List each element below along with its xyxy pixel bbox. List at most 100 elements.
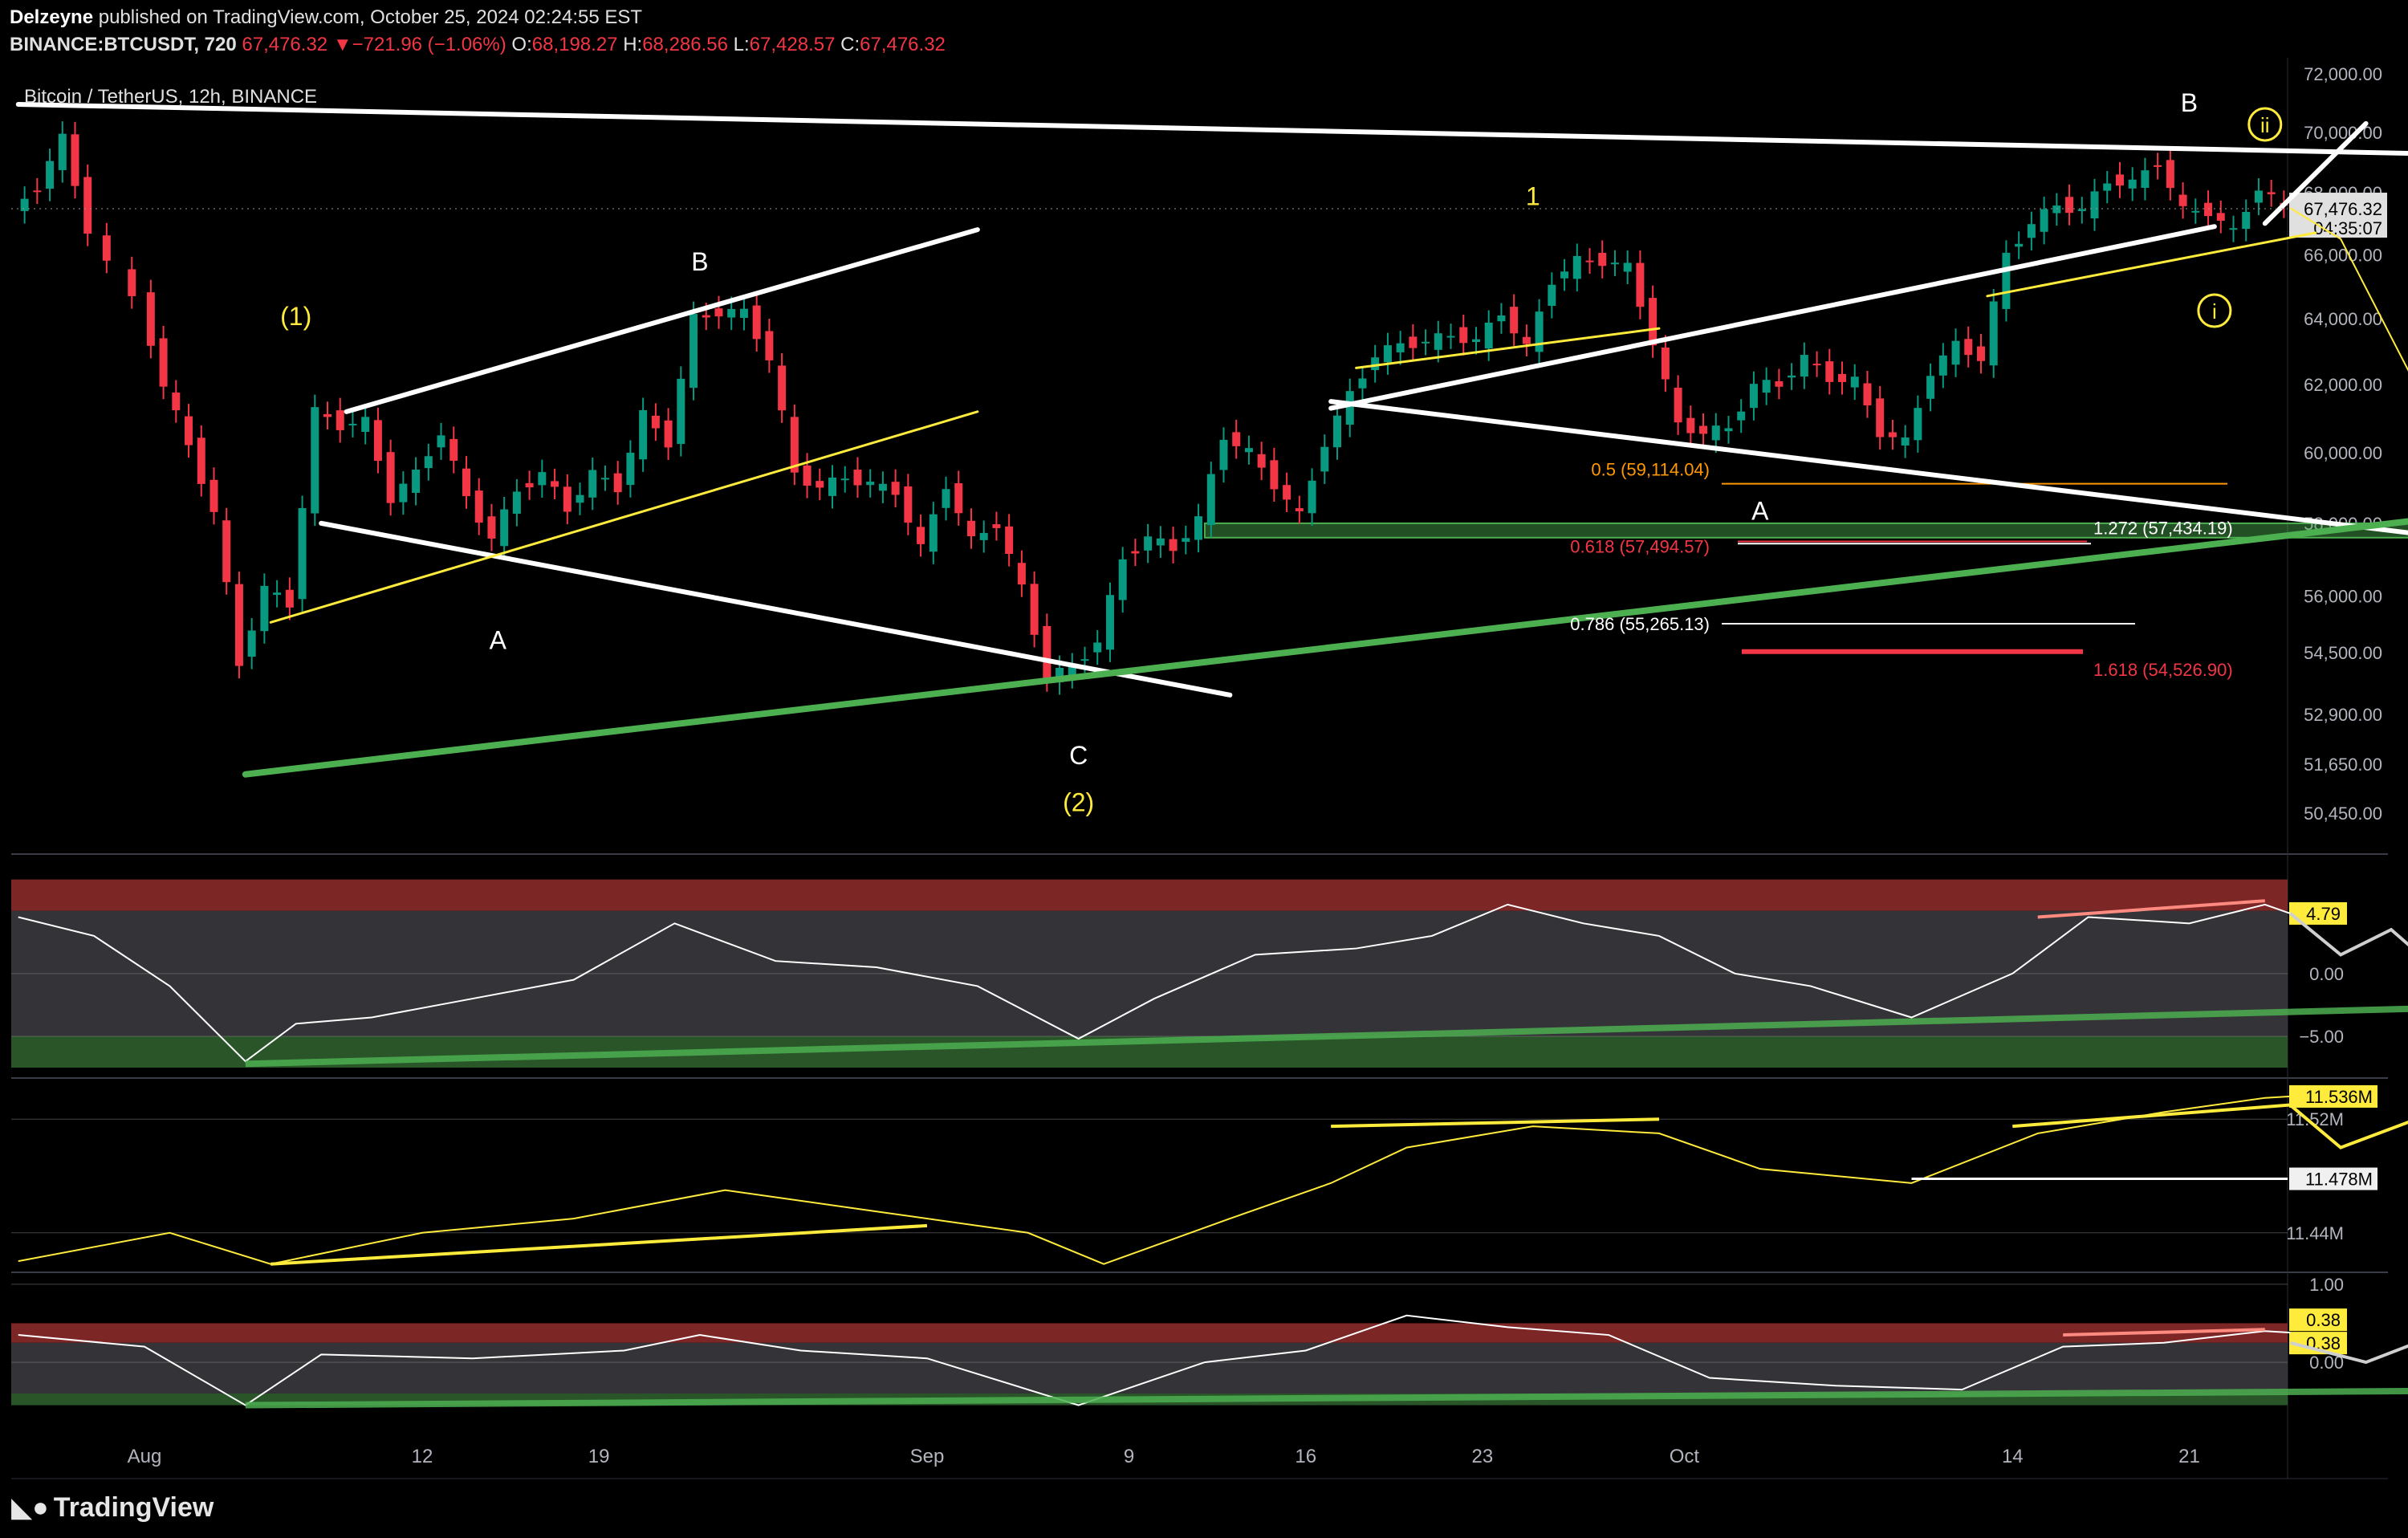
candle-body bbox=[1396, 343, 1405, 352]
candle-body bbox=[273, 592, 282, 596]
price-axis-tick: 60,000.00 bbox=[2304, 443, 2382, 463]
candle-body bbox=[1295, 508, 1304, 511]
ohlc-legend: BINANCE:BTCUSDT, 720 67,476.32 ▼−721.96 … bbox=[10, 34, 946, 56]
candle-body bbox=[576, 494, 584, 503]
candle-body bbox=[538, 472, 547, 486]
candle-body bbox=[2191, 210, 2200, 213]
candle-body bbox=[1283, 485, 1291, 500]
candle-body bbox=[424, 456, 433, 469]
candle-body bbox=[1308, 480, 1316, 514]
candle-body bbox=[2204, 202, 2213, 217]
candle-body bbox=[1548, 284, 1556, 306]
candle-body bbox=[1182, 538, 1190, 542]
candle-body bbox=[1320, 446, 1329, 472]
wave-label: 1 bbox=[1526, 181, 1540, 210]
candle-body bbox=[209, 479, 218, 512]
chart-drawings bbox=[11, 102, 2408, 1409]
candle-body bbox=[588, 470, 597, 498]
candle-body bbox=[1800, 355, 1808, 377]
candle-body bbox=[185, 416, 193, 446]
candle-body bbox=[128, 269, 136, 296]
candle-body bbox=[260, 585, 269, 632]
volume-trend-line bbox=[2012, 1103, 2291, 1129]
candle-body bbox=[714, 308, 723, 317]
change-arrow-icon: ▼ bbox=[332, 34, 352, 55]
candle-body bbox=[462, 468, 470, 497]
price-axis-tick: 62,000.00 bbox=[2304, 375, 2382, 395]
candle-body bbox=[752, 305, 761, 340]
low-value: 67,428.57 bbox=[749, 34, 836, 55]
candle-body bbox=[386, 452, 395, 503]
candle-body bbox=[1737, 411, 1746, 421]
candle-body bbox=[20, 198, 29, 211]
candle-body bbox=[1749, 384, 1758, 409]
candle-body bbox=[2141, 170, 2150, 188]
price-axis-tick: 50,450.00 bbox=[2304, 804, 2382, 824]
candle-body bbox=[639, 409, 648, 460]
candle-body bbox=[222, 520, 231, 583]
candle-body bbox=[2242, 211, 2251, 230]
osc-pane-mid-band bbox=[11, 1342, 2288, 1394]
wave-label: (1) bbox=[280, 302, 311, 331]
candle-body bbox=[512, 491, 521, 515]
time-axis-tick: Sep bbox=[910, 1446, 945, 1467]
candle-body bbox=[778, 365, 787, 411]
author-name[interactable]: Delzeyne bbox=[10, 6, 93, 28]
candle-body bbox=[348, 423, 357, 425]
candle-body bbox=[500, 509, 509, 547]
candle-body bbox=[992, 524, 1001, 528]
candle-body bbox=[929, 514, 938, 552]
candle-body bbox=[1812, 364, 1821, 366]
candle-body bbox=[1699, 425, 1708, 434]
candle-body bbox=[1358, 378, 1367, 389]
wave-label: B bbox=[691, 247, 708, 276]
candle-body bbox=[828, 477, 837, 496]
volume-pane-axis-tick: 11.44M bbox=[2286, 1223, 2344, 1243]
rsi-last-value: 4.79 bbox=[2306, 904, 2341, 924]
candle-body bbox=[1838, 373, 1847, 382]
candle-body bbox=[954, 482, 963, 514]
publish-text: published on TradingView.com, October 25… bbox=[93, 6, 643, 28]
price-axes: 72,000.0070,000.0068,000.0066,000.0064,0… bbox=[128, 64, 2387, 1467]
candle-body bbox=[1610, 262, 1619, 265]
candle-body bbox=[1522, 336, 1531, 344]
candle-body bbox=[2103, 183, 2112, 191]
fib-level-label: 1.618 (54,526.90) bbox=[2093, 660, 2233, 680]
candle-body bbox=[727, 308, 736, 318]
rsi-pane-zone bbox=[11, 879, 2288, 911]
candle-body bbox=[866, 482, 875, 486]
candle-body bbox=[1409, 336, 1418, 348]
candle-body bbox=[71, 134, 79, 186]
wave-label: B bbox=[2181, 88, 2198, 117]
candle-body bbox=[1850, 376, 1859, 388]
candle-body bbox=[917, 527, 925, 544]
high-label: H: bbox=[623, 34, 643, 55]
price-axis-tick: 51,650.00 bbox=[2304, 755, 2382, 775]
candle-body bbox=[1775, 380, 1784, 387]
candle-body bbox=[1194, 516, 1203, 540]
change-value: −721.96 (−1.06%) bbox=[352, 34, 506, 55]
trend-line bbox=[344, 227, 980, 414]
osc-pane-zone bbox=[11, 1323, 2288, 1343]
candle-body bbox=[336, 410, 344, 430]
candle-body bbox=[285, 589, 294, 608]
candle-body bbox=[1788, 375, 1796, 378]
rsi-pane-axis-tick: −5.00 bbox=[2299, 1027, 2344, 1047]
price-axis-tick: 70,000.00 bbox=[2304, 123, 2382, 143]
open-label: O: bbox=[511, 34, 532, 55]
candle-body bbox=[1686, 417, 1695, 433]
volume-pane-series-line bbox=[18, 1095, 2291, 1265]
time-axis-tick: 23 bbox=[1471, 1446, 1493, 1467]
volume-trend-line bbox=[270, 1223, 928, 1266]
candle-body bbox=[1623, 262, 1632, 272]
volume-last-value: 11.536M bbox=[2305, 1087, 2373, 1107]
candle-body bbox=[1093, 642, 1102, 653]
tradingview-brand[interactable]: ◣● TradingView bbox=[11, 1491, 214, 1524]
price-axis-tick: 66,000.00 bbox=[2304, 245, 2382, 265]
candle-body bbox=[816, 481, 824, 488]
candle-body bbox=[891, 482, 900, 495]
candle-body bbox=[1257, 454, 1266, 468]
candle-body bbox=[437, 435, 445, 448]
candle-body bbox=[2216, 213, 2225, 222]
symbol-label[interactable]: BINANCE:BTCUSDT, 720 bbox=[10, 34, 237, 55]
